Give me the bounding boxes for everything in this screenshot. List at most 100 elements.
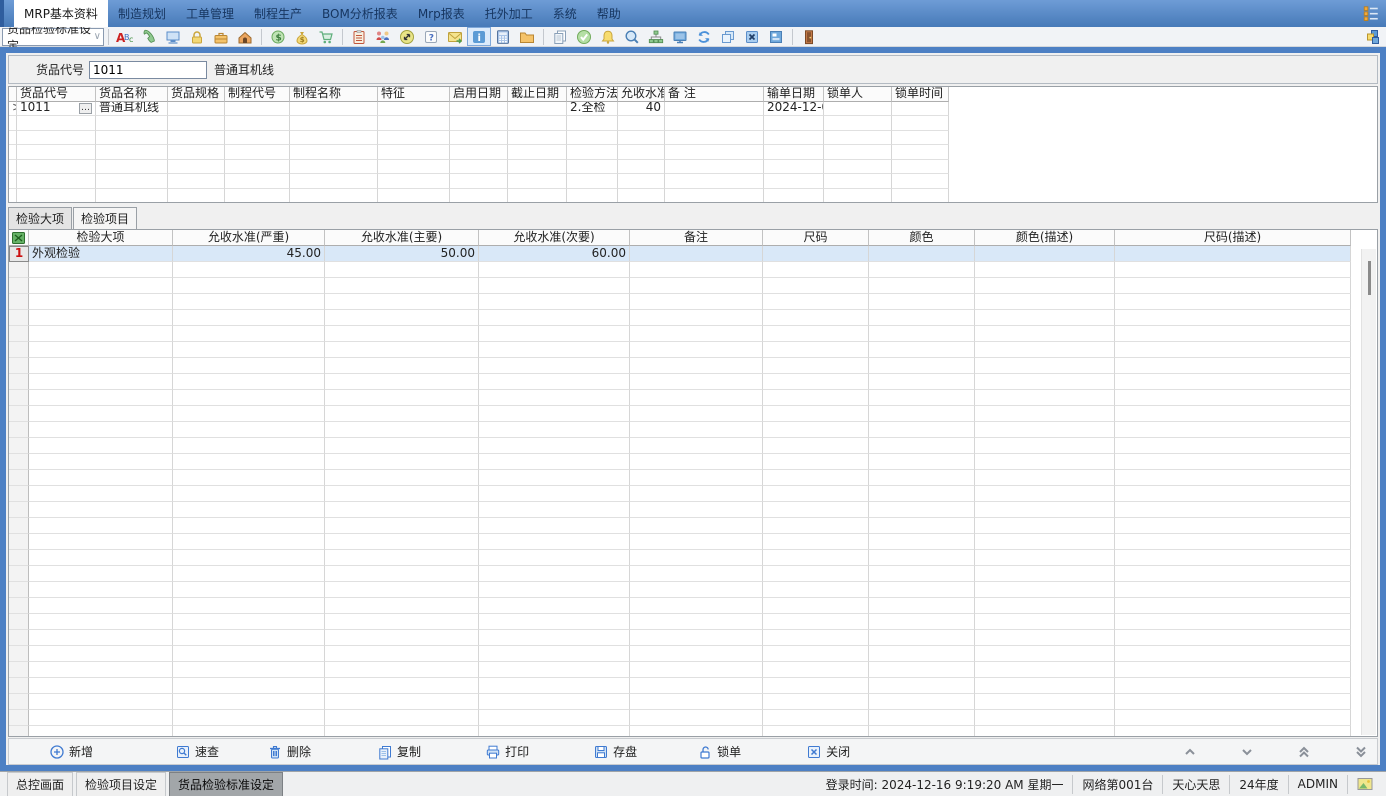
grid-cell[interactable] [763,406,869,422]
grid-cell[interactable] [479,694,630,710]
grid-cell[interactable]: 60.00 [479,246,630,262]
grid-cell[interactable] [508,116,567,131]
grid-cell[interactable] [1115,326,1351,342]
empty-row[interactable] [9,262,1377,278]
grid-cell[interactable] [173,534,325,550]
grid-cell[interactable] [630,262,763,278]
grid-cell[interactable] [450,116,508,131]
grid-cell[interactable] [975,374,1115,390]
grid-cell[interactable] [975,566,1115,582]
grid-cell[interactable] [869,246,975,262]
grid-cell[interactable] [630,470,763,486]
grid-cell[interactable] [325,662,479,678]
grid-cell[interactable] [763,310,869,326]
grid-cell[interactable] [567,174,618,189]
grid-cell[interactable] [975,278,1115,294]
grid-cell[interactable] [378,116,450,131]
grid-cell[interactable] [479,310,630,326]
grid-cell[interactable] [29,374,173,390]
grid-cell[interactable] [479,278,630,294]
grid-cell[interactable] [975,502,1115,518]
column-header[interactable]: 锁单人 [824,87,892,102]
grid-cell[interactable] [29,630,173,646]
empty-row[interactable] [9,116,1377,131]
grid-cell[interactable] [869,454,975,470]
grid-cell[interactable] [9,438,29,454]
empty-row[interactable] [9,678,1377,694]
grid-cell[interactable] [975,310,1115,326]
grid-cell[interactable] [225,145,290,160]
column-header[interactable]: 锁单时间 [892,87,949,102]
grid-cell[interactable] [630,406,763,422]
grid-cell[interactable] [29,278,173,294]
grid-cell[interactable] [630,518,763,534]
grid-cell[interactable] [630,438,763,454]
grid-cell[interactable] [869,598,975,614]
grid-cell[interactable] [479,358,630,374]
grid-cell[interactable] [665,131,764,146]
layers-icon[interactable] [1360,27,1384,46]
grid-cell[interactable] [9,614,29,630]
grid-cell[interactable] [29,358,173,374]
grid-cell[interactable] [168,189,225,204]
grid-cell[interactable] [763,710,869,726]
grid-cell[interactable] [29,534,173,550]
grid-cell[interactable] [869,534,975,550]
grid-cell[interactable] [173,662,325,678]
grid-cell[interactable] [630,534,763,550]
grid-cell[interactable] [290,131,378,146]
grid-cell[interactable] [168,102,225,117]
grid-cell[interactable] [290,116,378,131]
grid-cell[interactable] [450,189,508,204]
grid-cell[interactable] [630,454,763,470]
grid-cell[interactable] [1115,422,1351,438]
grid-cell[interactable] [225,116,290,131]
empty-row[interactable] [9,342,1377,358]
grid-cell[interactable] [763,534,869,550]
grid-cell[interactable] [764,145,824,160]
grid-cell[interactable] [869,374,975,390]
grid-cell[interactable] [869,358,975,374]
grid-cell[interactable] [630,422,763,438]
grid-cell[interactable] [1115,374,1351,390]
grid-cell[interactable] [173,486,325,502]
grid-cell[interactable] [869,278,975,294]
bell-icon[interactable] [596,27,620,46]
empty-row[interactable] [9,174,1377,189]
menu-tab-work-order[interactable]: 工单管理 [176,0,244,27]
grid-cell[interactable] [630,646,763,662]
task-tab-inspection-item-setup[interactable]: 检验项目设定 [76,772,166,796]
grid-cell[interactable] [479,502,630,518]
grid-cell[interactable] [29,470,173,486]
grid-cell[interactable] [290,174,378,189]
grid-cell[interactable] [325,566,479,582]
grid-cell[interactable] [869,694,975,710]
grid-cell[interactable] [618,160,665,175]
grid-cell[interactable] [1115,646,1351,662]
grid-cell[interactable] [508,174,567,189]
grid-cell[interactable] [630,726,763,737]
grid-cell[interactable] [869,310,975,326]
grid-cell[interactable] [290,102,378,117]
grid-cell[interactable] [173,694,325,710]
grid-cell[interactable] [1115,262,1351,278]
scrollbar-thumb[interactable] [1368,261,1371,295]
grid-cell[interactable] [1115,502,1351,518]
empty-row[interactable] [9,278,1377,294]
grid-cell[interactable] [9,662,29,678]
empty-row[interactable] [9,160,1377,175]
grid-cell[interactable] [325,406,479,422]
grid-cell[interactable] [450,131,508,146]
empty-row[interactable] [9,662,1377,678]
grid-cell[interactable] [764,160,824,175]
grid-cell[interactable]: 外观检验 [29,246,173,262]
grid-cell[interactable] [173,678,325,694]
menu-tab-manufacture-plan[interactable]: 制造规划 [108,0,176,27]
grid-cell[interactable] [1115,566,1351,582]
grid-cell[interactable] [173,390,325,406]
column-header[interactable]: 截止日期 [508,87,567,102]
grid-cell[interactable] [824,116,892,131]
grid-cell[interactable] [173,502,325,518]
grid-cell[interactable] [892,174,949,189]
grid-cell[interactable] [1115,598,1351,614]
